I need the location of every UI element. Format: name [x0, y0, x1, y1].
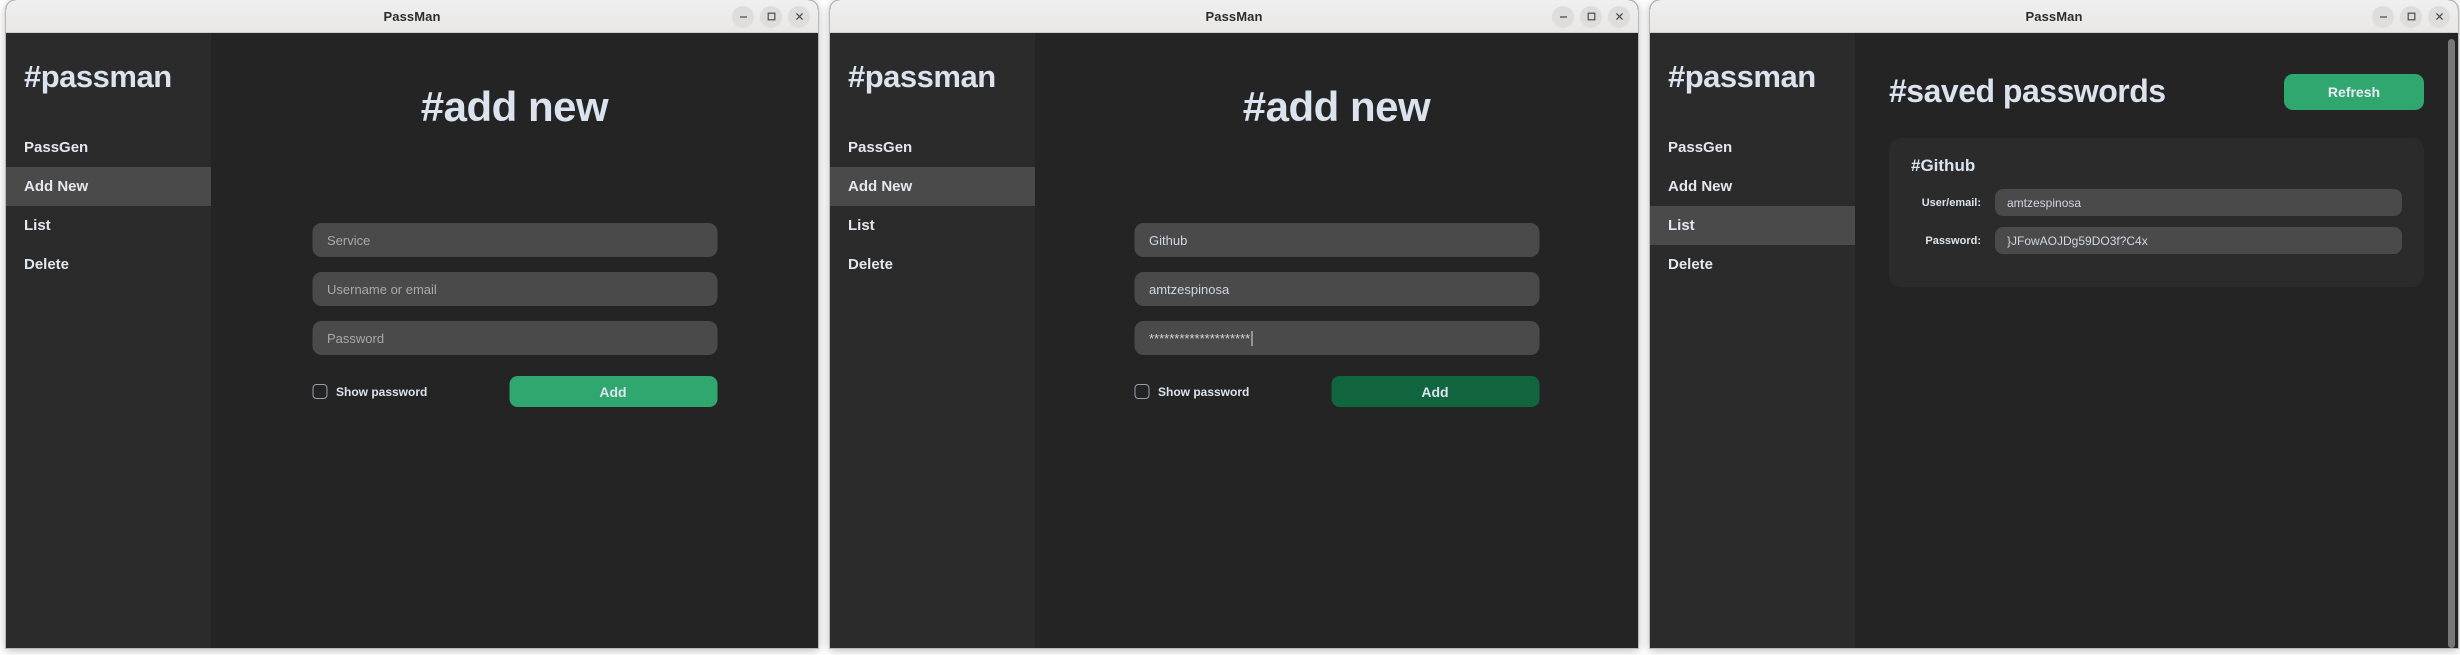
show-password-toggle[interactable]: Show password: [1134, 384, 1249, 399]
vertical-scrollbar[interactable]: [2448, 39, 2455, 648]
sidebar-item-passgen[interactable]: PassGen: [1650, 128, 1855, 167]
checkbox-icon[interactable]: [1134, 384, 1149, 399]
window-body: #passman PassGen Add New List Delete #ad…: [830, 33, 1638, 648]
entry-password-value[interactable]: }JFowAOJDg59DO3f?C4x: [1995, 227, 2402, 254]
password-masked-value: ********************: [1149, 330, 1251, 346]
sidebar: #passman PassGen Add New List Delete: [830, 33, 1035, 648]
text-caret: [1251, 330, 1253, 346]
titlebar[interactable]: PassMan: [1650, 0, 2458, 33]
sidebar-item-delete[interactable]: Delete: [1650, 245, 1855, 284]
entry-user-label: User/email:: [1921, 196, 1981, 209]
window-controls: [1552, 0, 1630, 33]
show-password-label: Show password: [1158, 384, 1250, 399]
entry-user-value[interactable]: amtzespinosa: [1995, 189, 2402, 216]
window-title: PassMan: [2025, 8, 2083, 24]
username-input[interactable]: Username or email: [312, 272, 717, 306]
window-saved-passwords: PassMan #passman PassGen Add New List De…: [1650, 0, 2458, 648]
checkbox-icon[interactable]: [312, 384, 327, 399]
list-item: #Github User/email: amtzespinosa Passwor…: [1889, 138, 2424, 287]
app-brand: #passman: [24, 59, 172, 94]
minimize-icon[interactable]: [2372, 5, 2394, 28]
page-title: #saved passwords: [1889, 73, 2166, 109]
window-add-new-empty: PassMan #passman PassGen Add New List De…: [6, 0, 818, 648]
sidebar-item-add-new[interactable]: Add New: [830, 167, 1035, 206]
window-controls: [732, 0, 810, 33]
window-add-new-filled: PassMan #passman PassGen Add New List De…: [830, 0, 1638, 648]
add-button[interactable]: Add: [1331, 376, 1539, 407]
app-brand: #passman: [1668, 59, 1816, 94]
entry-row-user: User/email: amtzespinosa: [1911, 189, 2402, 216]
entry-row-password: Password: }JFowAOJDg59DO3f?C4x: [1911, 227, 2402, 254]
minimize-icon[interactable]: [1552, 5, 1574, 28]
page-title: #add new: [1242, 83, 1431, 130]
sidebar-item-delete[interactable]: Delete: [830, 245, 1035, 284]
close-icon[interactable]: [788, 5, 810, 28]
add-password-form: Service Username or email Password Show …: [312, 223, 717, 407]
add-password-form: Github amtzespinosa ********************…: [1134, 223, 1539, 407]
show-password-label: Show password: [336, 384, 428, 399]
sidebar-item-passgen[interactable]: PassGen: [830, 128, 1035, 167]
minimize-icon[interactable]: [732, 5, 754, 28]
maximize-icon[interactable]: [1580, 5, 1602, 28]
entry-service-name: #Github: [1911, 156, 1976, 175]
form-actions: Show password Add: [312, 376, 717, 407]
sidebar-item-add-new[interactable]: Add New: [1650, 167, 1855, 206]
sidebar: #passman PassGen Add New List Delete: [6, 33, 211, 648]
titlebar[interactable]: PassMan: [830, 0, 1638, 33]
password-input[interactable]: Password: [312, 321, 717, 355]
page-title: #add new: [420, 83, 609, 130]
window-body: #passman PassGen Add New List Delete #ad…: [6, 33, 818, 648]
username-input[interactable]: amtzespinosa: [1134, 272, 1539, 306]
content-saved-passwords: #saved passwords Refresh #Github User/em…: [1855, 33, 2458, 648]
scrollbar-thumb[interactable]: [2448, 39, 2455, 648]
sidebar-item-passgen[interactable]: PassGen: [6, 128, 211, 167]
maximize-icon[interactable]: [2400, 5, 2422, 28]
show-password-toggle[interactable]: Show password: [312, 384, 427, 399]
sidebar: #passman PassGen Add New List Delete: [1650, 33, 1855, 648]
titlebar[interactable]: PassMan: [6, 0, 818, 33]
window-title: PassMan: [1205, 8, 1263, 24]
sidebar-item-list[interactable]: List: [6, 206, 211, 245]
close-icon[interactable]: [1608, 5, 1630, 28]
form-actions: Show password Add: [1134, 376, 1539, 407]
content-add-new: #add new Service Username or email Passw…: [211, 33, 818, 648]
sidebar-item-add-new[interactable]: Add New: [6, 167, 211, 206]
entry-password-label: Password:: [1925, 234, 1981, 247]
refresh-button[interactable]: Refresh: [2284, 73, 2424, 110]
service-input[interactable]: Service: [312, 223, 717, 257]
add-button[interactable]: Add: [509, 376, 717, 407]
maximize-icon[interactable]: [760, 5, 782, 28]
sidebar-item-list[interactable]: List: [1650, 206, 1855, 245]
content-add-new: #add new Github amtzespinosa ***********…: [1035, 33, 1638, 648]
app-brand: #passman: [848, 59, 996, 94]
window-body: #passman PassGen Add New List Delete #sa…: [1650, 33, 2458, 648]
password-input[interactable]: ********************: [1134, 321, 1539, 355]
sidebar-item-list[interactable]: List: [830, 206, 1035, 245]
desktop: PassMan #passman PassGen Add New List De…: [0, 0, 2460, 655]
close-icon[interactable]: [2428, 5, 2450, 28]
service-input[interactable]: Github: [1134, 223, 1539, 257]
sidebar-item-delete[interactable]: Delete: [6, 245, 211, 284]
window-title: PassMan: [383, 8, 441, 24]
list-header: #saved passwords Refresh: [1889, 73, 2424, 110]
window-controls: [2372, 0, 2450, 33]
